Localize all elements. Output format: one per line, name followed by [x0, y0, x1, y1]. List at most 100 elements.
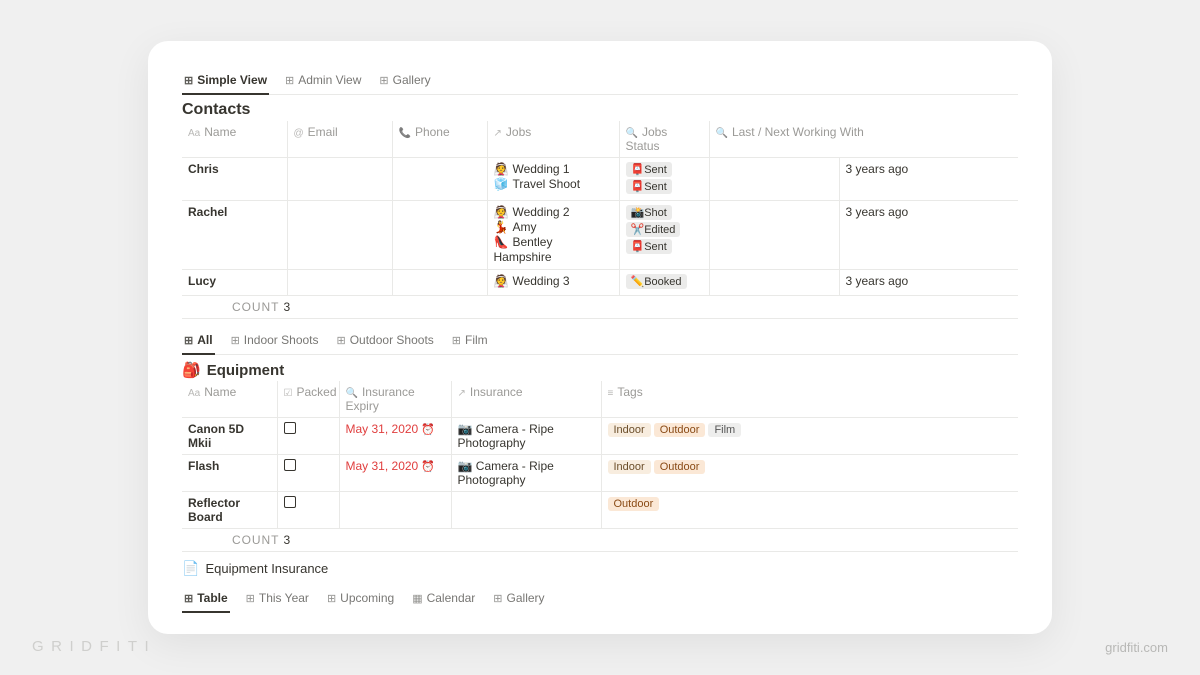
cell-name[interactable]: Rachel	[182, 201, 287, 270]
tab-contacts-gallery[interactable]: ⊞Gallery	[377, 69, 432, 95]
table-row[interactable]: Chris👰Wedding 1🧊Travel Shoot📮Sent📮Sent3 …	[182, 158, 1018, 201]
status-badge: 📮Sent	[626, 162, 672, 177]
table-row[interactable]: Reflector Board Outdoor	[182, 492, 1018, 529]
cell-tags[interactable]: Outdoor	[601, 492, 1018, 529]
col-status[interactable]: 🔍Jobs Status	[619, 121, 709, 158]
equipment-title: 🎒 Equipment	[182, 361, 1018, 379]
cell-expiry[interactable]	[339, 492, 451, 529]
status-badge: 📮Sent	[626, 239, 672, 254]
packed-checkbox[interactable]	[284, 459, 296, 471]
cell-expiry[interactable]: May 31, 2020⏰	[339, 418, 451, 455]
tab-equipment-all[interactable]: ⊞All	[182, 329, 215, 355]
cell-jobs[interactable]: 👰Wedding 1🧊Travel Shoot	[487, 158, 619, 201]
col-tags[interactable]: ≡Tags	[601, 381, 1018, 418]
job-item[interactable]: 👰Wedding 1	[494, 162, 613, 176]
table-row[interactable]: Canon 5D Mkii May 31, 2020⏰📷 Camera - Rip…	[182, 418, 1018, 455]
cell-packed[interactable]	[277, 492, 339, 529]
cell-name[interactable]: Lucy	[182, 270, 287, 296]
equipment-title-text: Equipment	[207, 362, 285, 379]
table-view-icon: ⊞	[184, 74, 193, 87]
contacts-tabs: ⊞Simple View⊞Admin View⊞Gallery	[182, 69, 1018, 95]
camera-icon: 📷	[458, 422, 476, 436]
cell-insurance[interactable]	[451, 492, 601, 529]
expiry-date: May 31, 2020	[346, 459, 419, 473]
packed-checkbox[interactable]	[284, 496, 296, 508]
text-icon: Aa	[188, 388, 200, 399]
job-item[interactable]: Hampshire	[494, 250, 613, 264]
job-item[interactable]: 👠Bentley	[494, 235, 613, 249]
cell-status[interactable]: 📮Sent📮Sent	[619, 158, 709, 201]
table-view-icon: ⊞	[493, 592, 502, 605]
tab-bottom-upcoming[interactable]: ⊞Upcoming	[325, 587, 396, 613]
cell-last-working[interactable]: 3 years ago	[839, 158, 1018, 201]
cell-name[interactable]: Chris	[182, 158, 287, 201]
rollup-icon: 🔍	[716, 128, 728, 139]
job-item[interactable]: 👰Wedding 3	[494, 274, 613, 288]
job-text: Wedding 3	[512, 274, 569, 288]
col-packed[interactable]: ☑Packed	[277, 381, 339, 418]
cell-packed[interactable]	[277, 418, 339, 455]
tab-bottom-table[interactable]: ⊞Table	[182, 587, 230, 613]
cell-status[interactable]: ✏️Booked	[619, 270, 709, 296]
job-text: Hampshire	[494, 250, 552, 264]
cell-phone[interactable]	[392, 158, 487, 201]
cell-phone[interactable]	[392, 201, 487, 270]
job-item[interactable]: 🧊Travel Shoot	[494, 177, 613, 191]
tab-label: Admin View	[298, 73, 361, 87]
cell-name[interactable]: Canon 5D Mkii	[182, 418, 277, 455]
table-row[interactable]: Rachel👰Wedding 2💃Amy👠BentleyHampshire📸Sh…	[182, 201, 1018, 270]
checkbox-icon: ☑	[284, 388, 293, 399]
cell-spacer	[709, 158, 839, 201]
camera-icon: 📷	[458, 459, 476, 473]
col-insurance[interactable]: ↗Insurance	[451, 381, 601, 418]
table-view-icon: ⊞	[379, 74, 388, 87]
cell-name[interactable]: Reflector Board	[182, 492, 277, 529]
cell-insurance[interactable]: 📷 Camera - Ripe Photography	[451, 418, 601, 455]
tab-bottom-this-year[interactable]: ⊞This Year	[244, 587, 311, 613]
cell-tags[interactable]: IndoorOutdoorFilm	[601, 418, 1018, 455]
col-jobs[interactable]: ↗Jobs	[487, 121, 619, 158]
cell-insurance[interactable]: 📷 Camera - Ripe Photography	[451, 455, 601, 492]
col-last[interactable]: 🔍Last / Next Working With	[709, 121, 1018, 158]
cell-name[interactable]: Flash	[182, 455, 277, 492]
cell-jobs[interactable]: 👰Wedding 3	[487, 270, 619, 296]
job-item[interactable]: 👰Wedding 2	[494, 205, 613, 219]
cell-phone[interactable]	[392, 270, 487, 296]
packed-checkbox[interactable]	[284, 422, 296, 434]
tag-indoor: Indoor	[608, 460, 651, 474]
cell-last-working[interactable]: 3 years ago	[839, 270, 1018, 296]
tab-contacts-admin-view[interactable]: ⊞Admin View	[283, 69, 363, 95]
cell-email[interactable]	[287, 158, 392, 201]
col-expiry[interactable]: 🔍Insurance Expiry	[339, 381, 451, 418]
job-emoji-icon: 👰	[494, 274, 509, 288]
table-row[interactable]: Lucy 👰Wedding 3 ✏️Booked 3 years ago	[182, 270, 1018, 296]
job-emoji-icon: 🧊	[494, 177, 509, 191]
col-name[interactable]: AaName	[182, 121, 287, 158]
cell-status[interactable]: 📸Shot✂️Edited📮Sent	[619, 201, 709, 270]
cell-email[interactable]	[287, 270, 392, 296]
cell-last-working[interactable]: 3 years ago	[839, 201, 1018, 270]
job-emoji-icon: 💃	[494, 220, 509, 234]
col-email[interactable]: @Email	[287, 121, 392, 158]
tab-equipment-outdoor-shoots[interactable]: ⊞Outdoor Shoots	[335, 329, 436, 355]
cell-email[interactable]	[287, 201, 392, 270]
job-emoji-icon: 👠	[494, 235, 509, 249]
cell-packed[interactable]	[277, 455, 339, 492]
col-phone[interactable]: 📞Phone	[392, 121, 487, 158]
count-label: COUNT	[232, 533, 279, 547]
tab-equipment-indoor-shoots[interactable]: ⊞Indoor Shoots	[229, 329, 321, 355]
tab-label: Table	[197, 591, 227, 605]
linked-page-equipment-insurance[interactable]: 📄 Equipment Insurance	[182, 560, 1018, 577]
tab-bottom-gallery[interactable]: ⊞Gallery	[491, 587, 546, 613]
cell-tags[interactable]: IndoorOutdoor	[601, 455, 1018, 492]
table-row[interactable]: Flash May 31, 2020⏰📷 Camera - Ripe Photog…	[182, 455, 1018, 492]
cell-expiry[interactable]: May 31, 2020⏰	[339, 455, 451, 492]
tab-equipment-film[interactable]: ⊞Film	[450, 329, 490, 355]
text-icon: Aa	[188, 128, 200, 139]
col-name[interactable]: AaName	[182, 381, 277, 418]
tab-contacts-simple-view[interactable]: ⊞Simple View	[182, 69, 269, 95]
rollup-icon: 🔍	[346, 388, 358, 399]
tab-bottom-calendar[interactable]: ▦Calendar	[410, 587, 477, 613]
job-item[interactable]: 💃Amy	[494, 220, 613, 234]
cell-jobs[interactable]: 👰Wedding 2💃Amy👠BentleyHampshire	[487, 201, 619, 270]
